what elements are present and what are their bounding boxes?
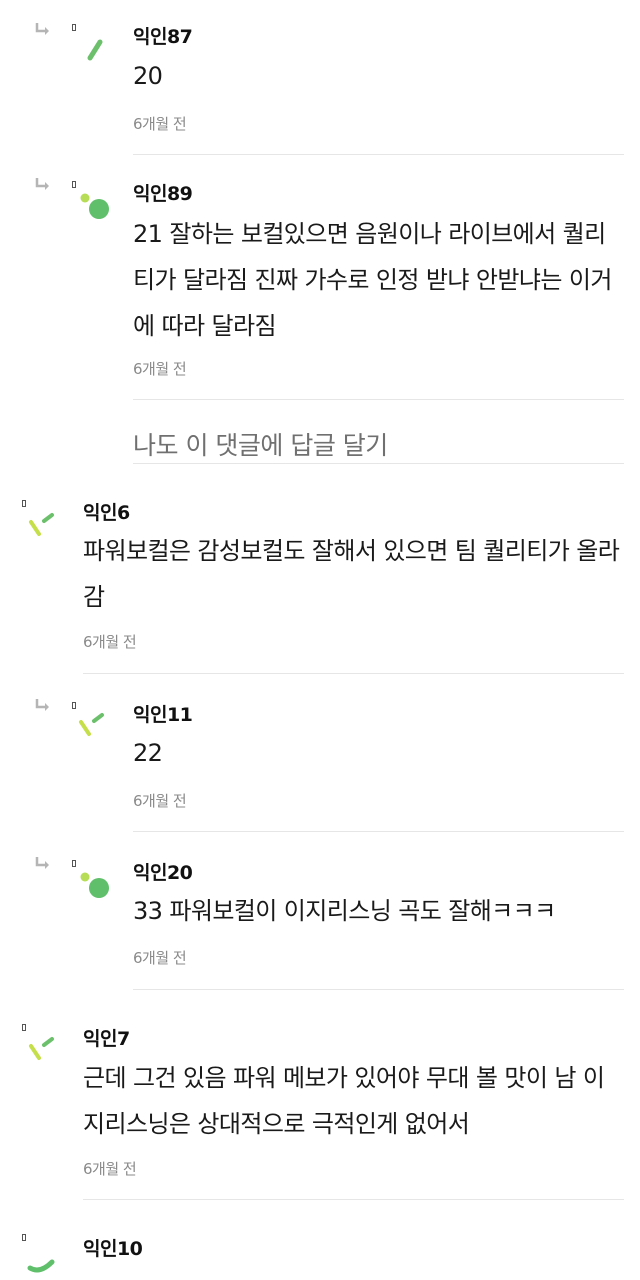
comment-item: 익인89 21 잘하는 보컬있으면 음원이나 라이브에서 퀄리티가 달라짐 진짜… bbox=[0, 155, 640, 400]
comment-author: 익인6 bbox=[83, 502, 130, 524]
reply-arrow-icon bbox=[35, 178, 49, 190]
avatar bbox=[79, 713, 104, 736]
divider bbox=[133, 463, 624, 464]
comment-author: 익인7 bbox=[83, 1028, 130, 1050]
comment-text: 22 bbox=[133, 739, 163, 767]
broken-image-icon bbox=[72, 24, 76, 31]
broken-image-icon bbox=[22, 500, 26, 507]
comment-item: 익인11 22 6개월 전 bbox=[0, 674, 640, 832]
comment-timestamp: 6개월 전 bbox=[83, 1160, 137, 1178]
comment-author: 익인10 bbox=[83, 1238, 143, 1260]
comment-timestamp: 6개월 전 bbox=[133, 360, 187, 378]
comment-timestamp: 6개월 전 bbox=[133, 115, 187, 133]
divider bbox=[133, 989, 624, 990]
avatar bbox=[29, 1037, 54, 1060]
comment-timestamp: 6개월 전 bbox=[133, 949, 187, 967]
comment-text: 21 잘하는 보컬있으면 음원이나 라이브에서 퀄리티가 달라짐 진짜 가수로 … bbox=[133, 220, 612, 340]
comment-item: 익인20 33 파워보컬이 이지리스닝 곡도 잘해ㅋㅋㅋ 6개월 전 bbox=[0, 832, 640, 990]
comment-text: 파워보컬은 감성보컬도 잘해서 있으면 팀 퀄리티가 올라감 bbox=[83, 537, 620, 611]
avatar bbox=[87, 39, 103, 61]
comment-item: 익인7 근데 그건 있음 파워 메보가 있어야 무대 볼 맛이 남 이지리스닝은… bbox=[0, 1014, 640, 1200]
divider bbox=[83, 1199, 624, 1200]
reply-arrow-icon bbox=[35, 699, 49, 711]
comment-author: 익인89 bbox=[133, 183, 193, 205]
comment-item: 익인6 파워보컬은 감성보컬도 잘해서 있으면 팀 퀄리티가 올라감 6개월 전 bbox=[0, 490, 640, 674]
reply-arrow-icon bbox=[35, 857, 49, 869]
avatar bbox=[80, 193, 109, 219]
comment-item: 익인10 bbox=[0, 1224, 640, 1280]
avatar bbox=[27, 1259, 55, 1273]
comment-text: 33 파워보컬이 이지리스닝 곡도 잘해ㅋㅋㅋ bbox=[133, 897, 556, 925]
broken-image-icon bbox=[22, 1024, 26, 1031]
divider bbox=[133, 399, 624, 400]
write-reply-link[interactable]: 나도 이 댓글에 답글 달기 bbox=[133, 426, 388, 462]
comment-author: 익인87 bbox=[133, 26, 193, 48]
comment-author: 익인11 bbox=[133, 704, 193, 726]
comment-item: 익인87 20 6개월 전 bbox=[0, 0, 640, 155]
avatar bbox=[29, 513, 54, 536]
comment-text: 20 bbox=[133, 62, 163, 90]
comment-timestamp: 6개월 전 bbox=[133, 792, 187, 810]
reply-arrow-icon bbox=[35, 23, 49, 35]
avatar bbox=[80, 872, 109, 898]
comment-author: 익인20 bbox=[133, 862, 193, 884]
comment-timestamp: 6개월 전 bbox=[83, 633, 137, 651]
comment-text: 근데 그건 있음 파워 메보가 있어야 무대 볼 맛이 남 이지리스닝은 상대적… bbox=[83, 1064, 605, 1138]
